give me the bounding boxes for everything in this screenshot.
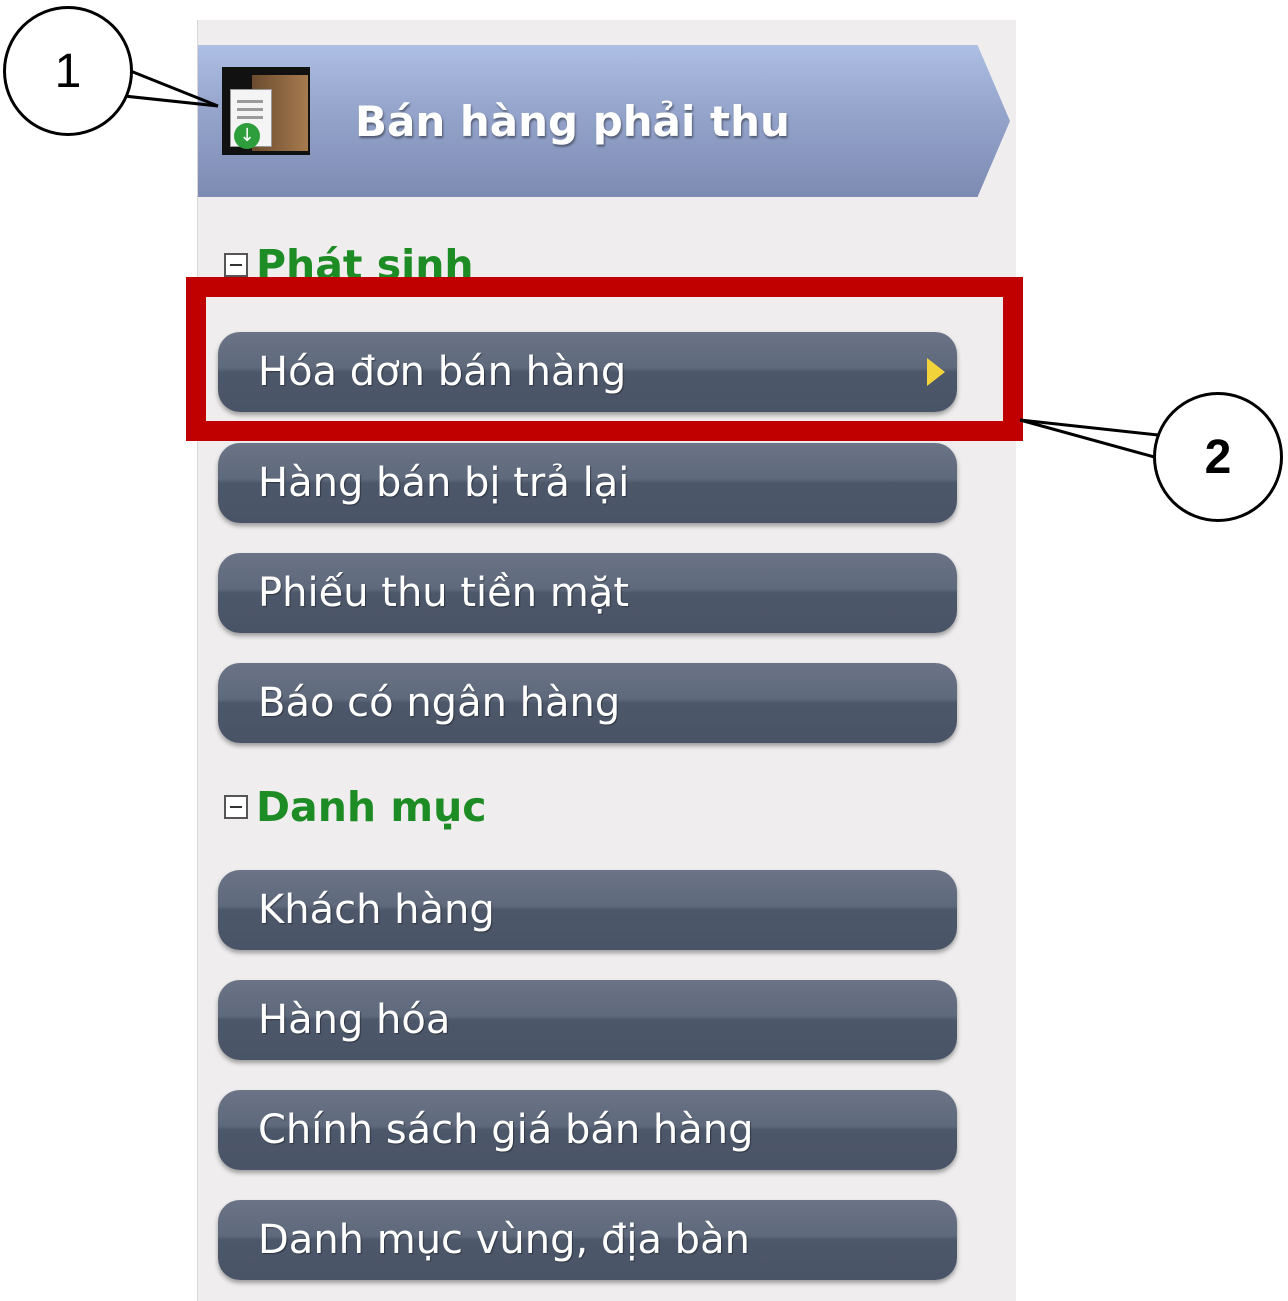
callout-number: 2 — [1204, 430, 1232, 484]
callout-leader-lines — [123, 68, 1159, 460]
callout-1: 1 — [3, 6, 133, 136]
callout-number: 1 — [54, 44, 82, 98]
callout-2: 2 — [1153, 392, 1283, 522]
